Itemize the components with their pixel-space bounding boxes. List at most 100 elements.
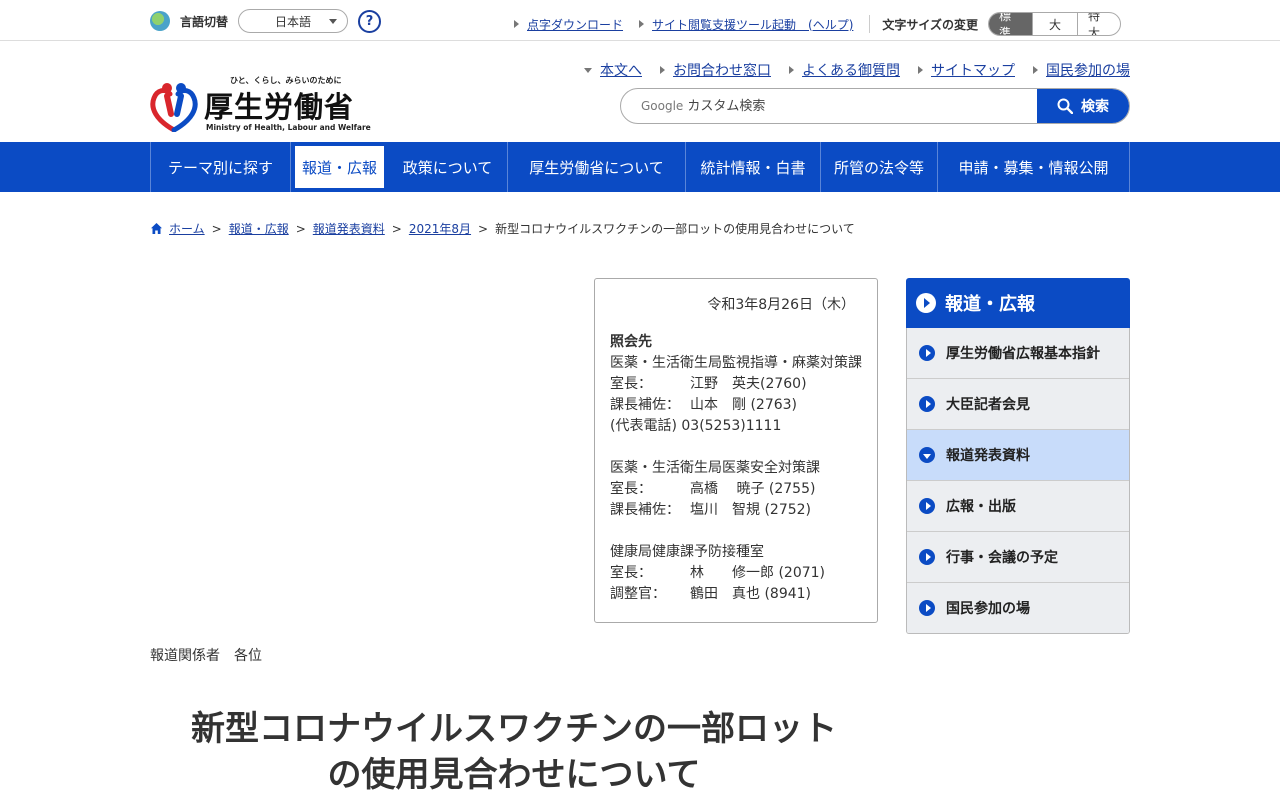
arrow-circle-icon xyxy=(916,293,936,313)
font-size-large-button[interactable]: 大 xyxy=(1032,13,1077,35)
contact-dept: 健康局健康課予防接種室 xyxy=(610,544,764,560)
side-nav-item-label: 国民参加の場 xyxy=(946,601,1030,617)
search-icon xyxy=(1057,98,1073,114)
contact-row: 室長： 高橋 暁子 (2755) xyxy=(610,479,862,500)
search-button[interactable]: 検索 xyxy=(1037,89,1129,123)
arrow-right-icon xyxy=(789,66,794,74)
breadcrumb-separator: > xyxy=(391,221,402,236)
font-size-standard-button[interactable]: 標準 xyxy=(989,13,1033,35)
contact-info-box: 令和3年8月26日（木） 照会先 医薬・生活衛生局監視指導・麻薬対策課 室長： 江… xyxy=(594,278,878,623)
language-switcher: 言語切替 日本語 ? xyxy=(150,9,382,33)
gnav-item-about[interactable]: 厚生労働省について xyxy=(508,142,686,192)
google-brand: Google xyxy=(641,99,684,113)
skip-to-content-link[interactable]: 本文へ xyxy=(584,60,642,80)
side-nav-item-label: 広報・出版 xyxy=(946,499,1016,515)
search-input[interactable] xyxy=(683,89,1037,123)
breadcrumb-separator: > xyxy=(478,221,489,236)
contact-row: 課長補佐： 塩川 智規 (2752) xyxy=(610,500,862,521)
sitemap-link[interactable]: サイトマップ xyxy=(918,60,1015,80)
gnav-item-policy[interactable]: 政策について xyxy=(388,142,508,192)
faq-label: よくある御質問 xyxy=(802,63,900,79)
language-select[interactable]: 日本語 xyxy=(238,9,349,33)
public-participation-link[interactable]: 国民参加の場 xyxy=(1033,60,1130,80)
side-nav-heading[interactable]: 報道・広報 xyxy=(906,278,1130,328)
skip-to-content-label: 本文へ xyxy=(600,63,642,79)
side-nav: 報道・広報 厚生労働省広報基本指針 大臣記者会見 報道発表資料 広報・出版 行事… xyxy=(906,278,1130,634)
font-size-label: 文字サイズの変更 xyxy=(882,17,979,32)
arrow-right-icon xyxy=(918,66,923,74)
contact-row: 室長： 江野 英夫(2760) xyxy=(610,374,862,395)
arrow-down-icon xyxy=(584,67,592,73)
site-search: Google 検索 xyxy=(620,88,1130,124)
contact-person: 林 修一郎 (2071) xyxy=(690,565,826,581)
site-logo[interactable]: ひと、くらし、みらいのために 厚生労働省 Ministry of Health,… xyxy=(150,74,371,134)
contact-role: 課長補佐： xyxy=(610,502,680,518)
browsing-support-link[interactable]: サイト閲覧支援ツール起動 (ヘルプ) xyxy=(639,16,853,33)
side-nav-item-label: 厚生労働省広報基本指針 xyxy=(946,346,1100,362)
addressee: 報道関係者 各位 xyxy=(150,648,262,664)
gnav-item-press[interactable]: 報道・広報 xyxy=(291,142,388,192)
font-size-switcher: 標準 大 特大 xyxy=(988,12,1122,36)
arrow-right-icon xyxy=(1033,66,1038,74)
side-nav-item-press-conference[interactable]: 大臣記者会見 xyxy=(907,378,1129,429)
breadcrumb-press-releases[interactable]: 報道発表資料 xyxy=(313,220,385,237)
side-nav-item-participation[interactable]: 国民参加の場 xyxy=(907,582,1129,633)
help-button[interactable]: ? xyxy=(358,9,382,33)
gnav-item-applications[interactable]: 申請・募集・情報公開 xyxy=(938,142,1130,192)
release-date: 令和3年8月26日（木） xyxy=(707,297,855,313)
utility-bar: 言語切替 日本語 ? 点字ダウンロード サイト閲覧支援ツール起動 (ヘルプ) 文… xyxy=(0,0,1280,41)
arrow-circle-icon xyxy=(919,549,935,565)
chevron-down-circle-icon xyxy=(919,447,935,463)
header-links: 本文へ お問合わせ窓口 よくある御質問 サイトマップ 国民参加の場 xyxy=(584,60,1130,80)
gnav-item-statistics[interactable]: 統計情報・白書 xyxy=(686,142,821,192)
side-nav-item-events[interactable]: 行事・会議の予定 xyxy=(907,531,1129,582)
braille-download-link[interactable]: 点字ダウンロード xyxy=(514,16,623,33)
home-icon xyxy=(151,223,162,234)
contact-role: 調整官： xyxy=(610,586,666,602)
contact-row: 室長： 林 修一郎 (2071) xyxy=(610,563,862,584)
contact-row: 課長補佐： 山本 剛 (2763) xyxy=(610,395,862,416)
breadcrumb-month[interactable]: 2021年8月 xyxy=(409,220,471,237)
arrow-circle-icon xyxy=(919,345,935,361)
faq-link[interactable]: よくある御質問 xyxy=(789,60,900,80)
breadcrumb-separator: > xyxy=(295,221,306,236)
braille-download-label: 点字ダウンロード xyxy=(527,17,624,32)
breadcrumb-press[interactable]: 報道・広報 xyxy=(229,220,289,237)
contact-person: 鶴田 真也 (8941) xyxy=(690,586,812,602)
font-size-xlarge-button[interactable]: 特大 xyxy=(1077,13,1120,35)
arrow-circle-icon xyxy=(919,498,935,514)
page-title-line: 新型コロナウイルスワクチンの一部ロット xyxy=(191,709,837,749)
mhlw-logo-icon xyxy=(150,83,198,132)
globe-icon xyxy=(150,11,170,31)
search-button-label: 検索 xyxy=(1081,99,1109,115)
arrow-circle-icon xyxy=(919,600,935,616)
gnav-item-laws[interactable]: 所管の法令等 xyxy=(821,142,938,192)
contact-role: 課長補佐： xyxy=(610,397,680,413)
contact-row: 調整官： 鶴田 真也 (8941) xyxy=(610,584,862,605)
breadcrumb-home[interactable]: ホーム xyxy=(169,220,205,237)
contact-role: 室長： xyxy=(610,565,652,581)
utility-links: 点字ダウンロード サイト閲覧支援ツール起動 (ヘルプ) 文字サイズの変更 標準 … xyxy=(514,12,1122,36)
side-nav-item-pr-policy[interactable]: 厚生労働省広報基本指針 xyxy=(907,328,1129,378)
contact-link[interactable]: お問合わせ窓口 xyxy=(660,60,771,80)
global-nav: テーマ別に探す 報道・広報 政策について 厚生労働省について 統計情報・白書 所… xyxy=(0,142,1280,192)
gnav-item-themes[interactable]: テーマ別に探す xyxy=(151,142,291,192)
side-nav-item-label: 行事・会議の予定 xyxy=(946,550,1058,566)
breadcrumb-separator: > xyxy=(211,221,222,236)
contact-dept: 医薬・生活衛生局監視指導・麻薬対策課 xyxy=(610,355,862,371)
side-nav-heading-label: 報道・広報 xyxy=(945,294,1035,315)
side-nav-item-label: 大臣記者会見 xyxy=(946,397,1030,413)
arrow-right-icon xyxy=(639,20,645,28)
side-nav-item-publications[interactable]: 広報・出版 xyxy=(907,480,1129,531)
side-nav-item-press-releases[interactable]: 報道発表資料 xyxy=(907,429,1129,480)
arrow-circle-icon xyxy=(919,396,935,412)
logo-name: 厚生労働省 xyxy=(204,90,355,124)
logo-english-name: Ministry of Health, Labour and Welfare xyxy=(206,123,371,132)
sitemap-label: サイトマップ xyxy=(931,63,1015,79)
breadcrumb: ホーム > 報道・広報 > 報道発表資料 > 2021年8月 > 新型コロナウイ… xyxy=(150,220,855,237)
contact-label: お問合わせ窓口 xyxy=(673,63,771,79)
browsing-support-label: サイト閲覧支援ツール起動 (ヘルプ) xyxy=(652,17,854,32)
contact-heading: 照会先 xyxy=(610,334,652,350)
public-participation-label: 国民参加の場 xyxy=(1046,63,1130,79)
arrow-right-icon xyxy=(514,20,519,28)
